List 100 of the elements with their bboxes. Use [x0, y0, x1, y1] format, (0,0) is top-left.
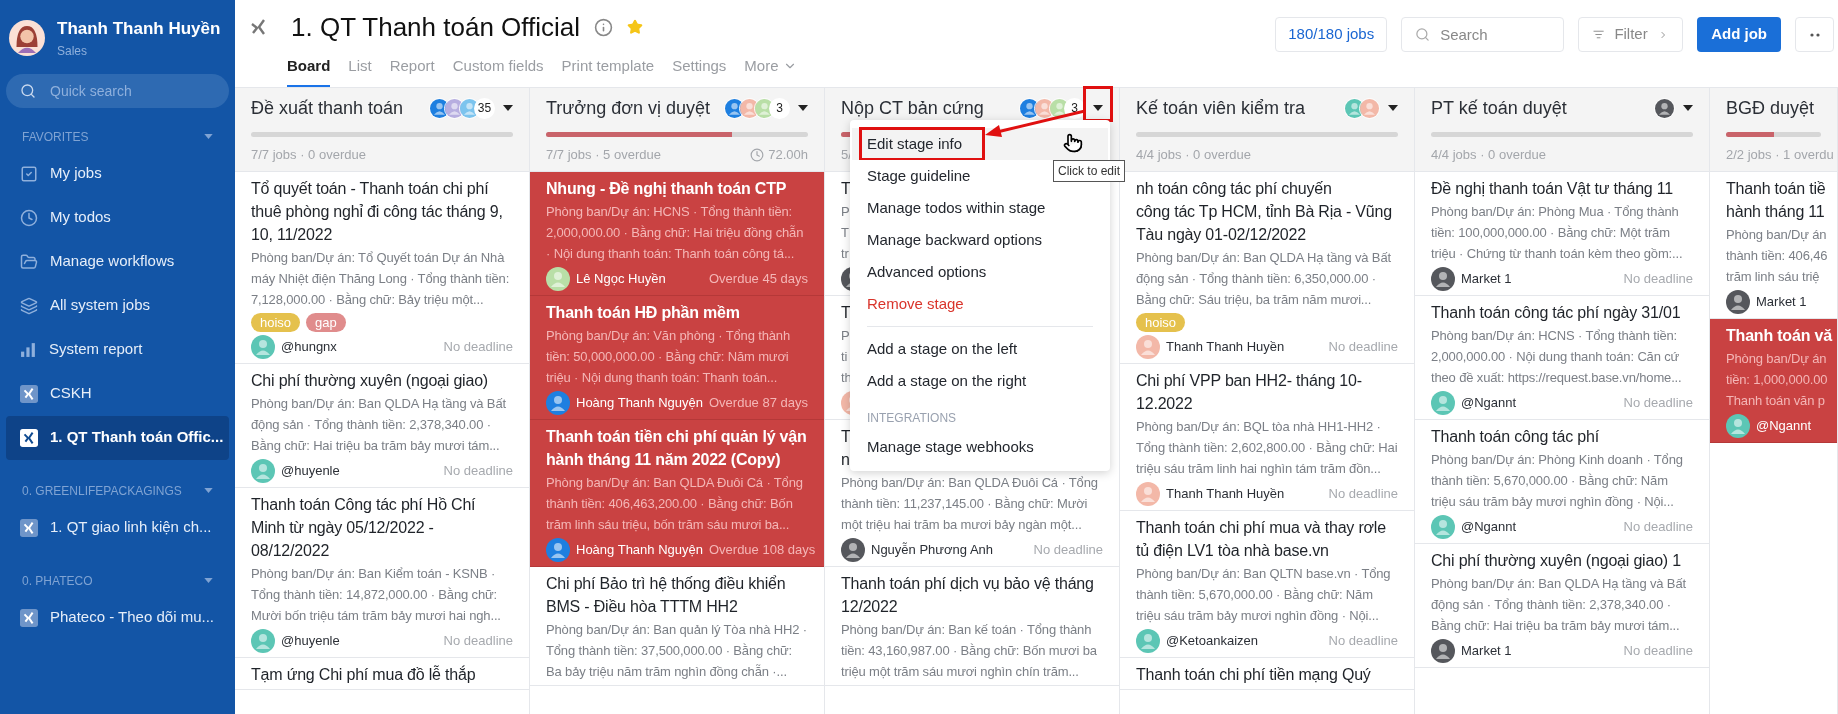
- card-description: Phòng ban/Dự án: Ban kế toán · Tổng thành tiền: 43,160,987.00 · Bằng chữ: Bốn mươi ba triệu một trăm sáu mươi nghìn chín trăm...: [841, 621, 1098, 681]
- due-label: Overdue 87 days: [709, 394, 808, 413]
- stage-title: Nộp CT bản cứng: [841, 96, 984, 120]
- assignee-name: Hoàng Thanh Nguyện: [576, 541, 703, 560]
- assignee-name: Thanh Thanh Huyền: [1166, 485, 1285, 504]
- member-count: 3: [769, 97, 790, 119]
- assignee-name: @Ketoankaizen: [1166, 632, 1258, 651]
- stage-title: PT kế toán duyệt: [1431, 96, 1567, 120]
- card-description: thành tiền: 406,46: [1726, 247, 1828, 265]
- card-description: Phòng ban/Dự án: Văn phòng · Tổng thành tiền: 50,000,000.00 · Bằng chữ: Năm mươi triệu · Nội dung thanh toán: Thanh toán...: [546, 327, 792, 387]
- card-description: Phòng ban/Dự án: Ban QLDA Đuôi Cá · Tổng thành tiền: 406,463,200.00 · Bằng chữ: Bốn trăm linh sáu triệu, bốn trăm sáu mươi ba...: [546, 474, 804, 534]
- section-heading: FAVORITES: [22, 128, 89, 146]
- card-description: Phòng ban/Dự án: Ban QLDA Đuôi Cá · Tổng thành tiền: 11,237,145.00 · Bằng chữ: Mười một triệu hai trăm ba mươi bảy ngàn một...: [841, 474, 1099, 534]
- stage-stats: 4/4 jobs · 0 overdue: [1136, 146, 1251, 164]
- card-title: Chi phí Bảo trì hệ thống điều khiển BMS - Điều hòa TTTM HH2: [546, 574, 787, 617]
- tag: hoiso: [251, 313, 301, 332]
- due-label: No deadline: [1623, 518, 1693, 537]
- card-title: Thanh toán tiền chi phí quản lý vận hành tháng 11 năm 2022 (Copy): [546, 427, 808, 470]
- due-label: Overdue 108 days: [708, 541, 816, 560]
- card-description: tiền: 1,000,000.00: [1726, 371, 1828, 389]
- assignee-name: @huyenle: [281, 462, 340, 481]
- assignee-name: Nguyễn Phương Anh: [871, 541, 994, 560]
- card-description: Phòng ban/Dự án: Ban Kiểm toán - KSNB · Tổng thành tiền: 14,872,000.00 · Bằng chữ: Mười bốn triệu tám trăm bảy mươi hai ngh...: [251, 565, 502, 625]
- user-name: Thanh Thanh Huyền: [57, 18, 221, 40]
- stage-title: Trưởng đơn vị duyệt: [546, 96, 711, 120]
- stage-title: Kế toán viên kiểm tra: [1136, 96, 1306, 120]
- card-title: T: [841, 179, 850, 199]
- card-description: Phòng ban/Dự án: Ban QLDA Hạ tầng và Bất động sản · Tổng thành tiền: 2,378,340.00 · Bằng chữ: Hai triệu ba trăm bảy mươi tám...: [251, 395, 507, 455]
- card-description: trăm linh sáu triệ: [1726, 268, 1820, 286]
- card-title: Chi phí thường xuyên (ngoại giao) 1: [1431, 551, 1682, 571]
- stage-stats: 2/2 jobs · 1 overdu: [1726, 146, 1834, 164]
- card-description: tr: [841, 245, 849, 263]
- stage-stats: 4/4 jobs · 0 overdue: [1431, 146, 1546, 164]
- stage-timer: 72.00h: [768, 146, 808, 164]
- card-description: Phòng ban/Dự án: Ban QLDA Hạ tầng và Bất động sản · Tổng thành tiền: 6,350,000.00 · Bằng chữ: Sáu triệu, ba trăm năm mươi...: [1136, 249, 1392, 309]
- card-title: Thanh toán chi phí tiền mạng Quý: [1136, 665, 1372, 685]
- card-description: T: [841, 224, 849, 242]
- card-description: Phòng ban/Dự án: [1726, 226, 1827, 244]
- stage-title: Đề xuất thanh toán: [251, 96, 404, 120]
- due-label: No deadline: [1623, 394, 1693, 413]
- stage-stats: 7/7 jobs · 5 overdue: [546, 146, 661, 164]
- assignee-name: Market 1: [1461, 270, 1512, 289]
- assignee-name: @Ngannt: [1756, 417, 1812, 436]
- card-description: Phòng ban/Dự án: Tổ Quyết toán Dự án Nhà máy Nhiệt điện Thăng Long · Tổng thành tiền: 7,128,000.00 · Bằng chữ: Bảy triệu một...: [251, 249, 511, 309]
- stage-title: BGĐ duyệt: [1726, 96, 1815, 120]
- card-description: P: [841, 203, 850, 221]
- card-title: hành tháng 11: [1726, 202, 1825, 222]
- card-title: Thanh toán phí dịch vụ bảo vệ tháng 12/2022: [841, 574, 1095, 617]
- card-description: Phòng ban/Dự án: Phòng Kinh doanh · Tổng thành tiền: 5,670,000.00 · Bằng chữ: Năm triệu sáu trăm bảy mươi nghìn đồng · Nội...: [1431, 451, 1684, 511]
- card-title: Tàu ngày 01-02/12/2022: [1136, 225, 1306, 245]
- card-description: P: [841, 327, 850, 345]
- assignee-name: Lê Ngọc Huyền: [576, 270, 666, 289]
- assignee-name: @Ngannt: [1461, 518, 1517, 537]
- card-description: th: [841, 369, 850, 387]
- assignee-name: @Ngannt: [1461, 394, 1517, 413]
- card-title: Thanh toán tiề: [1726, 179, 1826, 199]
- card-title: Thanh toán công tác phí: [1431, 427, 1600, 447]
- card-description: Phòng ban/Dự án: Ban quản lý Tòa nhà HH2 · Tổng thành tiền: 37,500,000.00 · Bằng chữ: Ba bảy triệu năm trăm nghìn đồng chẵn ·...: [546, 621, 808, 681]
- due-label: No deadline: [1623, 642, 1693, 661]
- section-heading: 0. PHATECO: [22, 572, 93, 590]
- card-description: Phòng ban/Dự án: BQL tòa nhà HH1-HH2 · Tổng thành tiền: 2,602,800.00 · Bằng chữ: Hai triệu sáu trăm linh hai nghìn tám trăm đồn...: [1136, 418, 1398, 478]
- card-title: Thanh toán công tác phí ngày 31/01: [1431, 303, 1682, 323]
- card-description: Phòng ban/Dự án: Ban QLDA Hạ tầng và Bất động sản · Tổng thành tiền: 2,378,340.00 · Bằng chữ: Hai triệu ba trăm bảy mươi tám...: [1431, 575, 1687, 635]
- card-title: T: [841, 427, 851, 447]
- card-description: Phòng ban/Dự án: HCNS · Tổng thành tiền: 2,000,000.00 · Nội dung thanh toán: Căn cứ theo đề xuất: https://request.base.vn/home...: [1431, 327, 1683, 387]
- card-title: công tác Tp HCM, tỉnh Bà Rịa - Vũng: [1136, 202, 1392, 222]
- stage-stats: 7/7 jobs · 0 overdue: [251, 146, 366, 164]
- due-label: No deadline: [1623, 270, 1693, 289]
- card-description: Phòng ban/Dự án: HCNS · Tổng thành tiền: 2,000,000.00 · Bằng chữ: Hai triệu đồng chẵn · Nội dung thanh toán: Thanh toán công tá...: [546, 203, 805, 263]
- card-description: Phòng ban/Dự án: [1726, 350, 1827, 368]
- due-label: No deadline: [1328, 485, 1398, 504]
- card-description: Thanh toán văn p: [1726, 392, 1825, 410]
- member-count: 35: [474, 97, 495, 119]
- card-title: Thanh toán vă: [1726, 326, 1832, 346]
- card-title: n: [841, 450, 850, 470]
- tag: gap: [306, 313, 346, 332]
- card-title: Thanh toán Công tác phí Hồ Chí Minh từ ngày 05/12/2022 - 08/12/2022: [251, 495, 477, 561]
- card-description: ti: [841, 348, 848, 366]
- tooltip: Click to edit: [1053, 160, 1126, 182]
- assignee-name: @hungnx: [281, 338, 337, 357]
- card-title: Thanh toán chi phí mua và thay rơle tủ điện LV1 tòa nhà base.vn: [1136, 518, 1387, 561]
- due-label: No deadline: [1033, 541, 1103, 560]
- card-title: Nhung - Đề nghị thanh toán CTP: [546, 179, 788, 199]
- due-label: No deadline: [443, 462, 513, 481]
- due-label: No deadline: [443, 632, 513, 651]
- due-label: Overdue 45 days: [709, 270, 808, 289]
- card-title: nh toán công tác phí chuyến: [1136, 179, 1332, 199]
- assignee-name: Market 1: [1756, 293, 1807, 312]
- assignee-name: Market 1: [1461, 642, 1512, 661]
- user-role: Sales: [57, 42, 89, 60]
- card-title: T: [841, 303, 850, 323]
- due-label: No deadline: [1328, 338, 1398, 357]
- card-title: Chi phí thường xuyên (ngoại giao): [251, 371, 489, 391]
- card-title: Tạm ứng Chi phí mua đồ lễ thắp: [251, 664, 477, 685]
- card-description: Phòng ban/Dự án: Phòng Mua · Tổng thành tiền: 100,000,000.00 · Bằng chữ: Một trăm triệu · Chứng từ thanh toán kèm theo gồm:...: [1431, 203, 1684, 263]
- assignee-name: @huyenle: [281, 632, 340, 651]
- tag: hoiso: [1136, 313, 1186, 332]
- due-label: No deadline: [443, 338, 513, 357]
- card-description: Phòng ban/Dự án: Ban QLTN base.vn · Tổng thành tiền: 5,670,000.00 · Bằng chữ: Năm triệu sáu trăm bảy mươi nghìn đồng · Nội...: [1136, 565, 1392, 625]
- assignee-name: Thanh Thanh Huyền: [1166, 338, 1285, 357]
